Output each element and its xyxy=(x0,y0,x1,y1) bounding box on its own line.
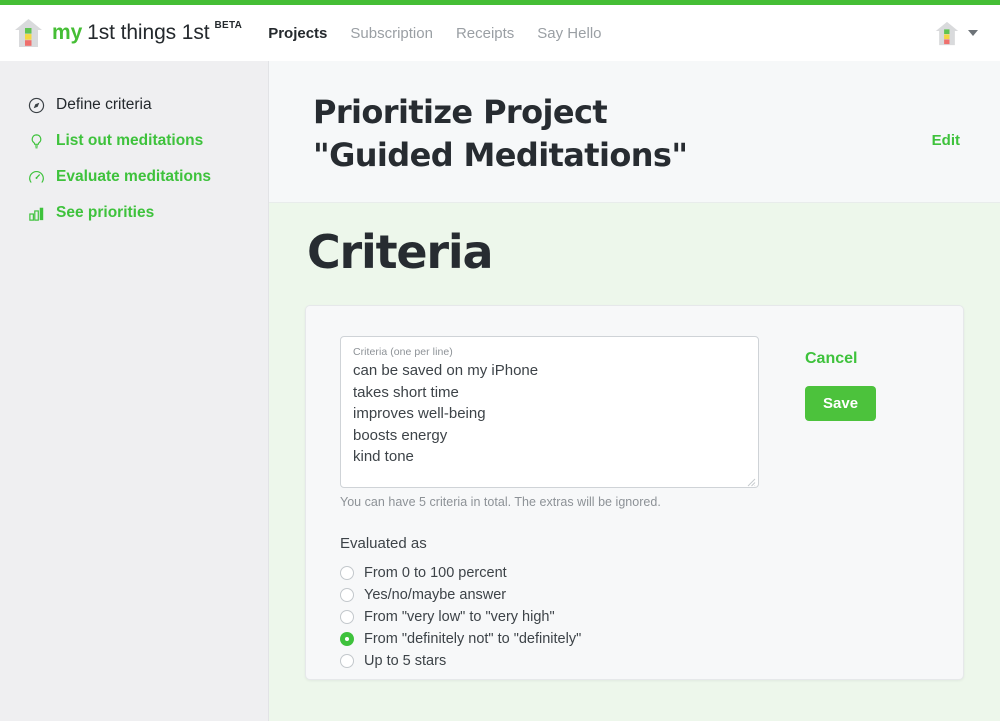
content-area: Criteria Criteria (one per line) can be … xyxy=(269,203,1000,721)
radio-option-definitely-not-definitely[interactable]: From "definitely not" to "definitely" xyxy=(340,628,759,650)
radio-option-very-low-very-high[interactable]: From "very low" to "very high" xyxy=(340,606,759,628)
form-actions: Cancel Save xyxy=(779,336,929,422)
sidebar-item-see-priorities[interactable]: See priorities xyxy=(0,195,268,231)
page-header: Prioritize Project "Guided Meditations" E… xyxy=(269,61,1000,204)
nav-link-projects[interactable]: Projects xyxy=(268,25,327,42)
page-title-line2: "Guided Meditations" xyxy=(313,135,688,174)
save-button[interactable]: Save xyxy=(805,386,877,422)
criteria-form-card: Criteria (one per line) can be saved on … xyxy=(305,305,964,681)
radio-option-up-to-5-stars[interactable]: Up to 5 stars xyxy=(340,650,759,672)
resize-handle-icon[interactable] xyxy=(745,474,756,487)
top-navbar: my 1st things 1st BETA Projects Subscrip… xyxy=(0,5,1000,61)
nav-links: Projects Subscription Receipts Say Hello xyxy=(268,25,601,42)
sidebar-item-label: List out meditations xyxy=(56,132,204,149)
sidebar-item-list-out-meditations[interactable]: List out meditations xyxy=(0,123,268,159)
brand-text: my 1st things 1st BETA xyxy=(52,20,243,45)
radio-option-label: From "definitely not" to "definitely" xyxy=(364,631,582,648)
nav-link-receipts[interactable]: Receipts xyxy=(456,25,514,42)
radio-option-label: From "very low" to "very high" xyxy=(364,609,555,626)
criteria-helper-text: You can have 5 criteria in total. The ex… xyxy=(340,495,661,510)
sidebar: Define criteria List out meditations Eva… xyxy=(0,61,269,721)
brand-beta-badge: BETA xyxy=(214,20,243,31)
nav-link-subscription[interactable]: Subscription xyxy=(350,25,433,42)
brand-rest: 1st things 1st xyxy=(87,21,210,44)
house-avatar-icon xyxy=(935,21,959,46)
sidebar-item-label: See priorities xyxy=(56,204,155,221)
sidebar-item-evaluate-meditations[interactable]: Evaluate meditations xyxy=(0,159,268,195)
compass-icon xyxy=(28,97,45,114)
gauge-icon xyxy=(28,169,45,186)
radio-icon-selected xyxy=(340,632,354,647)
sidebar-item-label: Define criteria xyxy=(56,96,152,113)
criteria-textarea[interactable]: Criteria (one per line) can be saved on … xyxy=(340,336,759,489)
brand-logo-link[interactable]: my 1st things 1st BETA xyxy=(14,18,242,48)
account-menu[interactable] xyxy=(935,21,984,46)
evaluated-as-heading: Evaluated as xyxy=(340,535,427,553)
page-title-line1: Prioritize Project xyxy=(313,93,608,131)
page-title: Prioritize Project "Guided Meditations" xyxy=(313,91,688,176)
criteria-textarea-label: Criteria (one per line) xyxy=(353,346,453,359)
criteria-form: Criteria (one per line) can be saved on … xyxy=(340,336,759,672)
section-title: Criteria xyxy=(307,225,493,280)
nav-link-say-hello[interactable]: Say Hello xyxy=(537,25,601,42)
main-region: Prioritize Project "Guided Meditations" E… xyxy=(269,61,1000,721)
radio-icon xyxy=(340,566,354,581)
house-logo-icon xyxy=(14,18,43,48)
radio-icon xyxy=(340,588,354,603)
radio-option-yes-no-maybe[interactable]: Yes/no/maybe answer xyxy=(340,584,759,606)
radio-option-label: Yes/no/maybe answer xyxy=(364,587,507,604)
radio-option-label: Up to 5 stars xyxy=(364,653,447,670)
bar-chart-icon xyxy=(28,205,45,222)
page-shell: Define criteria List out meditations Eva… xyxy=(0,61,1000,721)
lightbulb-icon xyxy=(28,133,45,150)
radio-option-label: From 0 to 100 percent xyxy=(364,565,507,582)
sidebar-item-define-criteria[interactable]: Define criteria xyxy=(0,87,268,123)
radio-option-percent[interactable]: From 0 to 100 percent xyxy=(340,562,759,584)
edit-project-link[interactable]: Edit xyxy=(932,132,960,149)
radio-icon xyxy=(340,654,354,669)
chevron-down-icon[interactable] xyxy=(968,30,978,36)
cancel-button[interactable]: Cancel xyxy=(805,350,857,368)
criteria-textarea-value: can be saved on my iPhone takes short ti… xyxy=(353,362,539,466)
radio-icon xyxy=(340,610,354,625)
brand-my: my xyxy=(52,21,83,44)
sidebar-item-label: Evaluate meditations xyxy=(56,168,212,185)
